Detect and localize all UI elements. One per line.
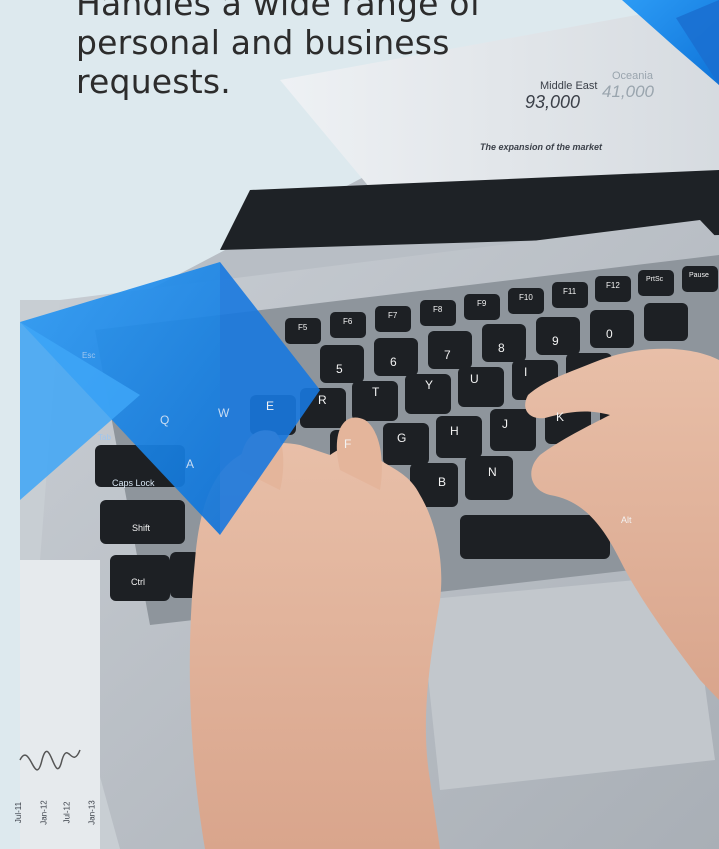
key-label: F5 — [298, 323, 308, 332]
chart-tick: Jul-11 — [14, 801, 24, 824]
key-label: F9 — [477, 299, 487, 308]
laptop-typing-photo — [19, 0, 719, 849]
key-label: A — [186, 457, 195, 471]
key-label: Alt — [621, 515, 632, 525]
key-label: B — [438, 475, 447, 489]
chart-tick: Jul-12 — [62, 801, 72, 824]
key-label: K — [556, 410, 565, 424]
key-label: U — [470, 372, 479, 386]
key-label: F6 — [343, 317, 353, 326]
key-label: H — [450, 424, 459, 438]
key-label: F8 — [433, 305, 443, 314]
key-label: W — [218, 406, 230, 420]
screen-stat-value: 93,000 — [525, 92, 581, 112]
key-label: 7 — [444, 348, 451, 362]
chart-tick: Jan-12 — [39, 800, 49, 825]
key-label: 8 — [498, 341, 505, 355]
headline-line: requests. — [76, 62, 231, 101]
headline-line: personal and business — [76, 23, 450, 62]
key-label: F7 — [388, 311, 398, 320]
key-label: F11 — [563, 287, 577, 296]
key-label: 0 — [606, 327, 613, 341]
key-label: R — [318, 393, 327, 407]
key-label: Pause — [689, 272, 709, 279]
key-label: T — [372, 385, 380, 399]
chart-tick: Jan-13 — [87, 800, 97, 825]
screen-caption: The expansion of the market — [480, 142, 603, 152]
key-label: N — [488, 465, 497, 479]
key-label: Q — [160, 413, 170, 427]
screen-stat-value: 41,000 — [602, 82, 654, 101]
headline: Handles a wide range of personal and bus… — [76, 0, 596, 101]
key-label: Ctrl — [131, 577, 145, 587]
key-label: J — [502, 417, 508, 431]
key-label: F12 — [606, 281, 620, 290]
key-label: Tab — [98, 433, 111, 442]
key-label: PrtSc — [646, 276, 664, 283]
key-label: 5 — [336, 362, 343, 376]
headline-line: Handles a wide range of — [76, 0, 482, 23]
key-label: F — [344, 437, 352, 451]
key-label: E — [266, 399, 275, 413]
key-label: Caps Lock — [112, 478, 155, 488]
key-label: G — [397, 431, 407, 445]
screen-stat-label: Middle East — [540, 80, 598, 92]
screen-stat-label: Oceania — [612, 70, 653, 82]
key-label: 6 — [390, 355, 397, 369]
key-label: Shift — [132, 523, 151, 533]
key-label: F10 — [519, 293, 533, 302]
key-label: Esc — [82, 351, 96, 360]
key-label: I — [524, 365, 528, 379]
key-label: 9 — [552, 334, 559, 348]
key-label: Y — [425, 378, 434, 392]
